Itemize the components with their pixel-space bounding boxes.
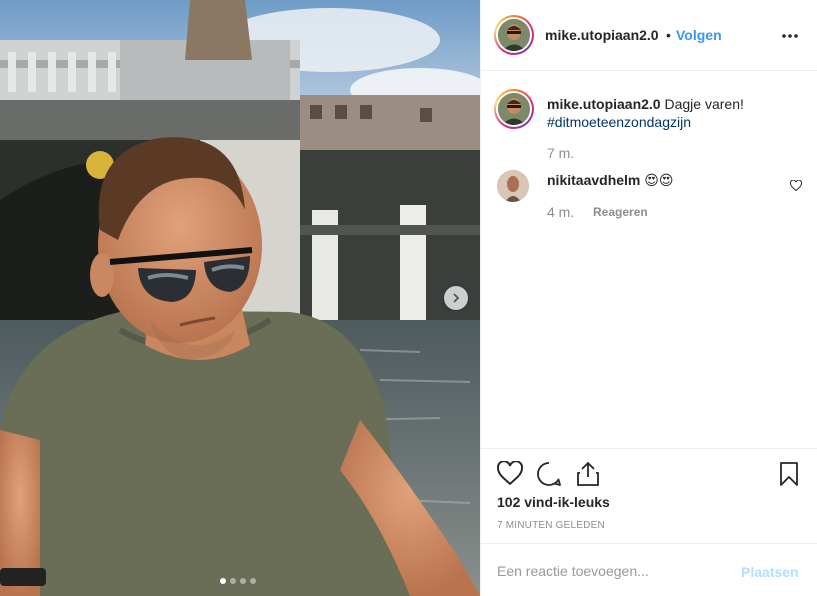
comment-username[interactable]: nikitaavdhelm [547,172,640,188]
carousel-dot [240,578,246,584]
carousel-indicator [220,578,256,584]
carousel-dot [230,578,236,584]
caption-avatar[interactable] [498,93,530,125]
caption-text: Dagje varen! [664,96,744,112]
comment-button[interactable] [536,461,562,492]
caption-story-ring[interactable] [494,89,534,129]
follow-button[interactable]: Volgen [676,27,722,43]
heart-icon [496,460,524,486]
comment-form: Plaatsen [481,543,817,596]
comment-item: nikitaavdhelm 😍😍 [547,172,673,189]
bookmark-icon [780,462,798,486]
avatar-image [498,19,530,51]
comment-like-button[interactable] [789,178,803,196]
comment-avatar[interactable] [497,170,529,202]
carousel-dot [250,578,256,584]
reply-button[interactable]: Reageren [593,205,648,219]
story-ring[interactable] [494,15,534,55]
post-header: mike.utopiaan2.0 • Volgen [481,0,817,71]
post-sidebar: mike.utopiaan2.0 • Volgen mike.utopiaan2… [480,0,817,596]
caption-username[interactable]: mike.utopiaan2.0 [547,96,661,112]
post-photo[interactable] [0,0,480,596]
post-caption: mike.utopiaan2.0 Dagje varen! #ditmoetee… [547,95,797,131]
share-button[interactable] [576,461,600,492]
post-comment-button[interactable]: Plaatsen [741,564,799,580]
heart-icon [789,179,803,192]
avatar-image [498,93,530,125]
save-button[interactable] [779,461,799,492]
comment-timestamp[interactable]: 4 m. [547,204,574,220]
caption-hashtag[interactable]: #ditmoeteenzondagzijn [547,114,691,130]
like-button[interactable] [496,460,524,490]
chevron-right-icon [453,293,460,303]
share-icon [577,461,599,486]
separator-bullet: • [666,27,671,43]
post-actions [481,448,817,498]
carousel-dot-active [220,578,226,584]
more-icon [782,34,798,38]
caption-timestamp[interactable]: 7 m. [547,145,574,161]
header-username[interactable]: mike.utopiaan2.0 [545,27,659,43]
photo-image [0,0,480,596]
like-count[interactable]: 102 vind-ik-leuks [497,494,610,510]
comment-text: 😍😍 [644,172,674,188]
carousel-next-button[interactable] [444,286,468,310]
avatar[interactable] [498,19,530,51]
more-options-button[interactable] [781,26,799,40]
avatar-image [497,170,529,202]
post-timestamp[interactable]: 7 minuten geleden [497,520,605,531]
comment-icon [537,462,561,486]
comment-input[interactable] [497,560,727,582]
